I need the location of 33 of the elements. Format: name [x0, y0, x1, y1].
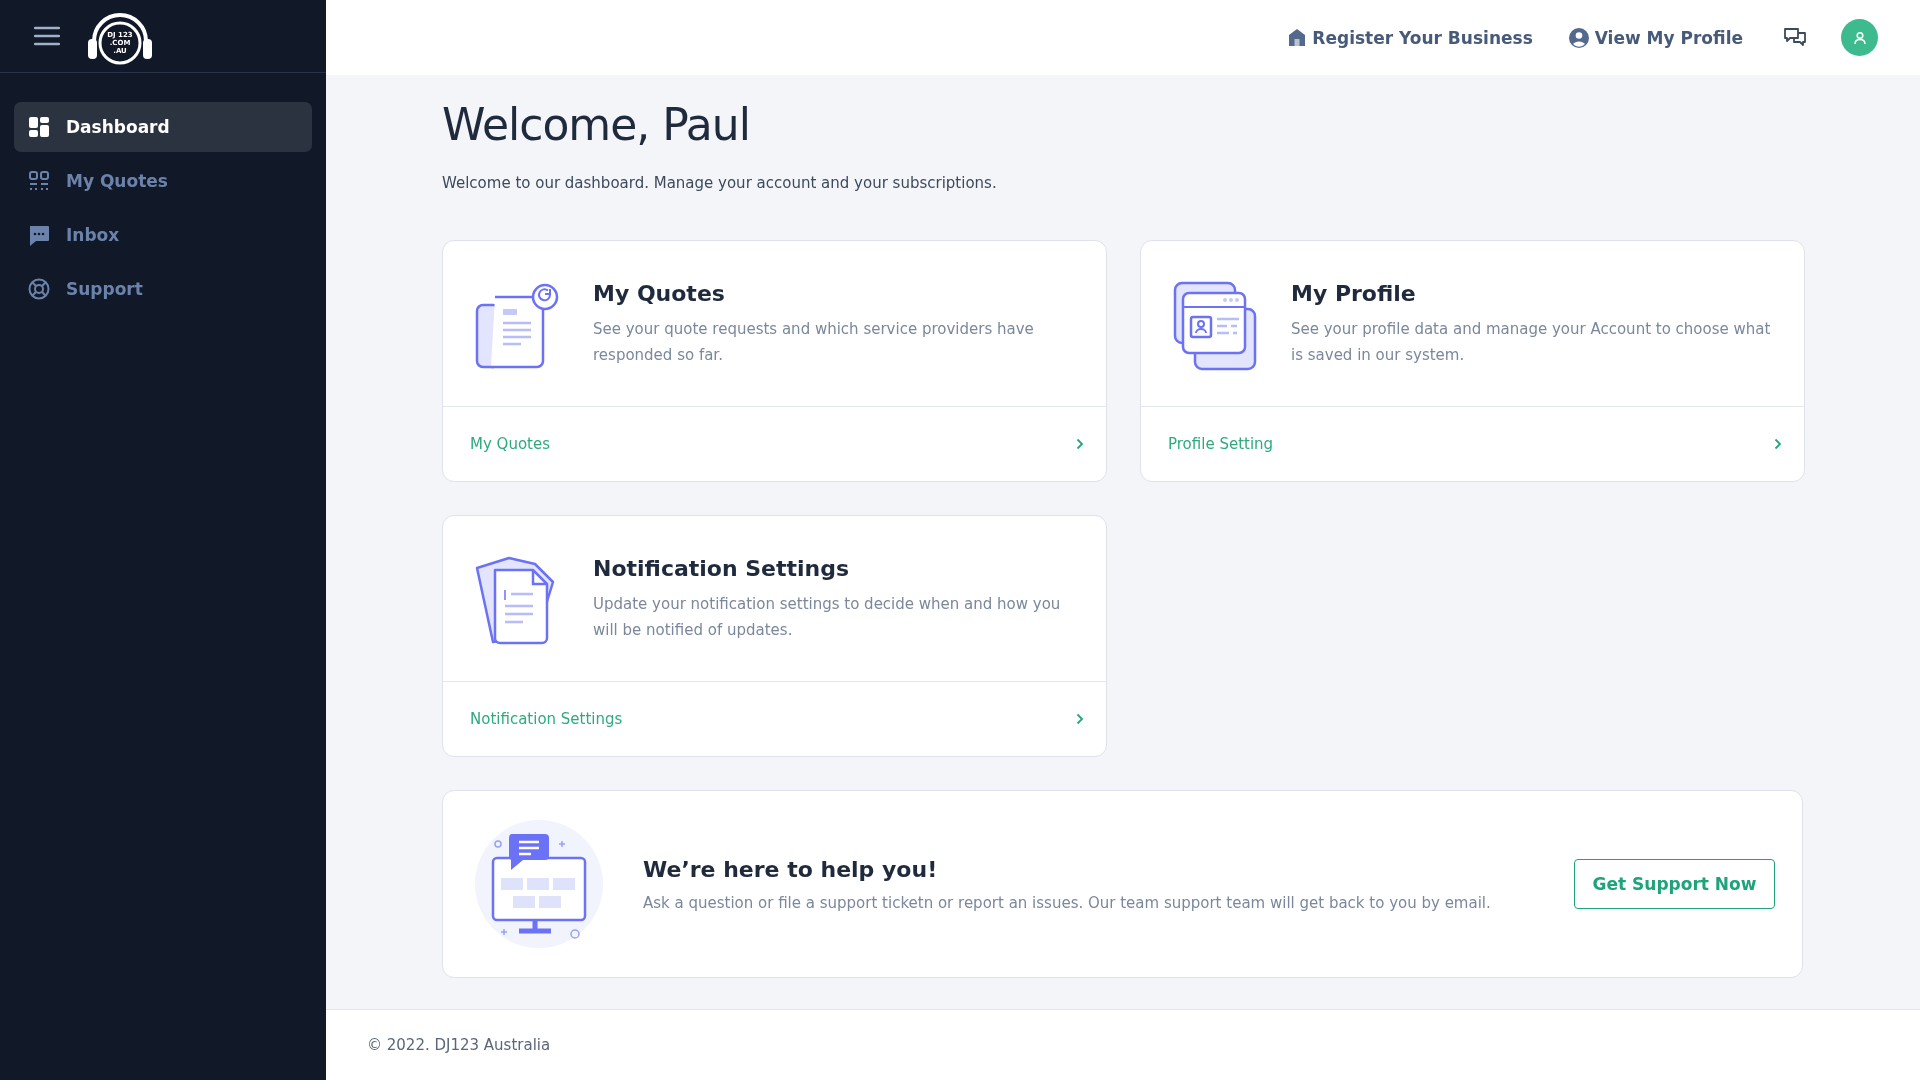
- card-link[interactable]: Notification Settings: [470, 710, 623, 728]
- card-title: My Profile: [1291, 281, 1417, 306]
- avatar[interactable]: [1841, 19, 1878, 56]
- card-title: Notification Settings: [593, 556, 851, 581]
- lifebuoy-icon: [28, 278, 50, 300]
- house-icon: [1288, 28, 1307, 47]
- card-link[interactable]: Profile Setting: [1168, 435, 1274, 453]
- chevron-right-icon[interactable]: [1774, 438, 1782, 450]
- card-description: See your quote requests and which service providers have responded so far.: [593, 319, 1035, 366]
- copyright-text: © 2022. DJ123 Australia: [367, 1036, 551, 1054]
- grid-icon: [28, 116, 50, 138]
- menu-button[interactable]: [34, 26, 60, 46]
- support-title: We’re here to help you!: [643, 856, 939, 882]
- grid-icon: [28, 170, 50, 192]
- card-link[interactable]: My Quotes: [470, 435, 550, 453]
- card-description: Update your notification settings to decide when and how you will be notified of updates.: [593, 594, 1062, 641]
- page-title: Welcome, Paul: [442, 99, 751, 150]
- user-icon: [1568, 27, 1589, 48]
- chat-icon[interactable]: [1783, 26, 1807, 49]
- card-description: See your profile data and manage your Account to choose what is saved in our system.: [1291, 319, 1772, 366]
- page-subtitle: Welcome to our dashboard. Manage your account and your subscriptions.: [442, 174, 998, 192]
- top-link[interactable]: Register Your Business: [1288, 27, 1533, 48]
- chevron-right-icon[interactable]: [1076, 438, 1084, 450]
- top-link[interactable]: View My Profile: [1568, 27, 1743, 48]
- sidebar-item[interactable]: Inbox: [14, 210, 312, 260]
- sidebar-item[interactable]: My Quotes: [14, 156, 312, 206]
- chat-bubble-icon: [28, 224, 50, 246]
- support-description: Ask a question or file a support ticketn or report an issues. Our team support team will get back to you by email.: [643, 893, 1492, 912]
- chevron-right-icon[interactable]: [1076, 713, 1084, 725]
- card-title: My Quotes: [593, 281, 726, 306]
- sidebar-item[interactable]: Dashboard: [14, 102, 312, 152]
- get-support-button[interactable]: Get Support Now: [1574, 859, 1775, 909]
- sidebar-item[interactable]: Support: [14, 264, 312, 314]
